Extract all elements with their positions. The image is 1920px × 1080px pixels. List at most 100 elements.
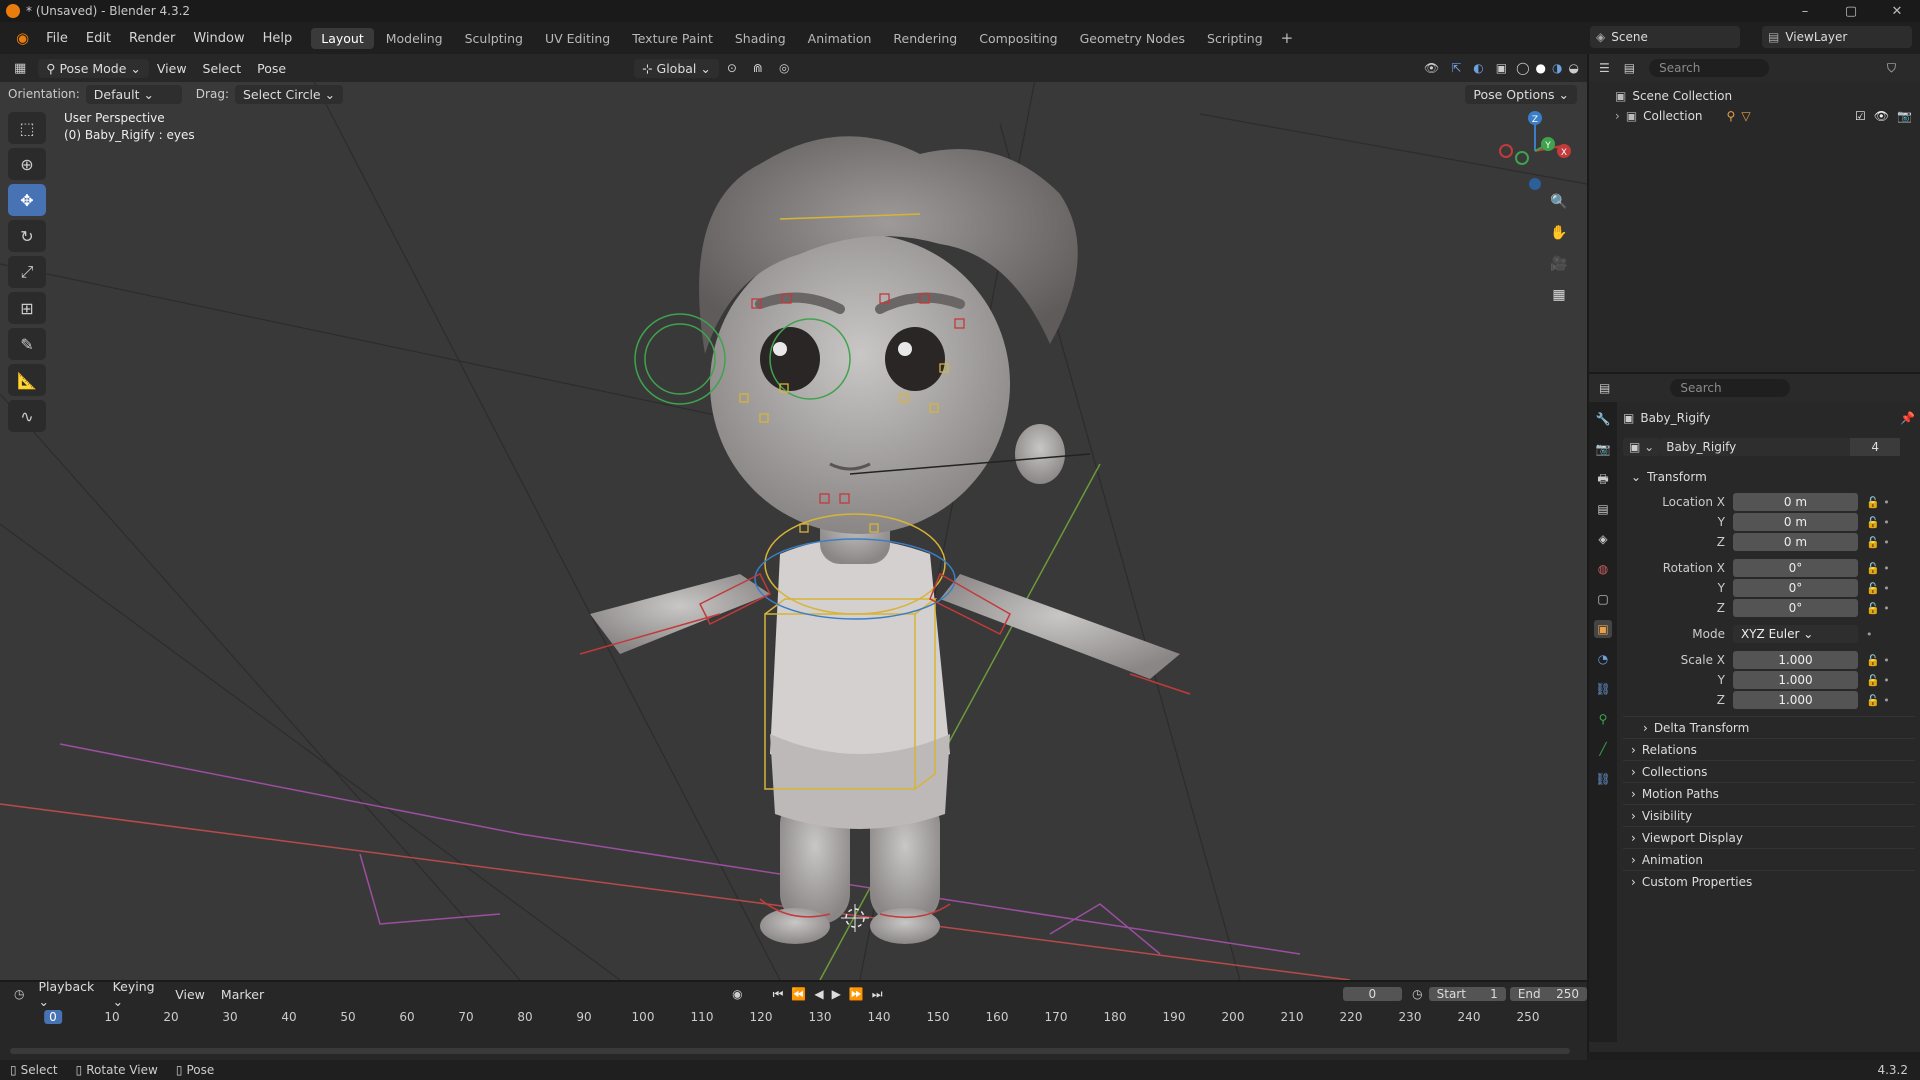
ortho-grid-icon[interactable]: ▦ [1547, 287, 1571, 309]
output-tab-icon[interactable]: 🖶 [1594, 470, 1612, 488]
modifiers-tab-icon[interactable]: ◔ [1594, 650, 1612, 668]
play-icon[interactable]: ▶ [832, 987, 841, 1001]
tool-tab-icon[interactable]: 🔧 [1594, 410, 1612, 428]
keyframe-dot[interactable]: • [1858, 628, 1898, 641]
lock-icon[interactable]: 🔓 • [1858, 694, 1898, 707]
menu-help[interactable]: Help [254, 31, 302, 46]
orientation-dropdown[interactable]: Default ⌄ [85, 84, 182, 104]
end-field[interactable]: End 250 [1509, 987, 1587, 1001]
expand-chevron-icon[interactable]: › [1615, 109, 1620, 123]
viewport-display-panel[interactable]: › Viewport Display [1623, 826, 1915, 848]
rotation-x-field[interactable]: 0° [1733, 559, 1858, 577]
gizmo-toggle-icon[interactable]: ⇱ [1445, 61, 1467, 75]
tab-geometry-nodes[interactable]: Geometry Nodes [1070, 28, 1195, 49]
world-tab-icon[interactable]: ◍ [1594, 560, 1612, 578]
measure-tool-icon[interactable]: 📐 [8, 364, 46, 396]
3d-viewport[interactable] [0, 54, 1587, 980]
object-tab-icon[interactable]: ▣ [1594, 620, 1612, 638]
menu-pose[interactable]: Pose [249, 59, 294, 78]
xray-icon[interactable]: ▣ [1490, 61, 1513, 75]
motion-paths-panel[interactable]: › Motion Paths [1623, 782, 1915, 804]
scale-x-field[interactable]: 1.000 [1733, 651, 1858, 669]
tab-shading[interactable]: Shading [725, 28, 796, 49]
blender-menu-icon[interactable]: ◉ [8, 29, 37, 47]
location-x-field[interactable]: 0 m [1733, 493, 1858, 511]
frame-ruler[interactable]: 0 10 20 30 40 50 60 70 80 90 100 110 120 130 140 150 160… [0, 1008, 1587, 1030]
close-icon[interactable]: ✕ [1874, 4, 1920, 19]
lock-icon[interactable]: 🔓 • [1858, 582, 1898, 595]
select-tool-icon[interactable]: ⬚ [8, 112, 46, 144]
rotation-y-field[interactable]: 0° [1733, 579, 1858, 597]
annotate-tool-icon[interactable]: ✎ [8, 328, 46, 360]
playhead[interactable]: 0 [44, 1010, 62, 1024]
marker-menu[interactable]: Marker [213, 987, 272, 1002]
preview-range-icon[interactable]: ◷ [1412, 987, 1422, 1001]
scale-tool-icon[interactable]: ⤢ [8, 256, 46, 288]
pin-icon[interactable]: 📌 [1900, 411, 1915, 425]
bone-relax-tool-icon[interactable]: ∿ [8, 400, 46, 432]
transform-panel-header[interactable]: ⌄ Transform [1623, 466, 1915, 488]
jump-start-icon[interactable]: ⏮ [773, 987, 784, 1002]
pivot-point-icon[interactable]: ⊙ [719, 61, 745, 75]
rotate-tool-icon[interactable]: ↻ [8, 220, 46, 252]
lock-icon[interactable]: 🔓 • [1858, 654, 1898, 667]
render-tab-icon[interactable]: 📷 [1594, 440, 1612, 458]
lock-icon[interactable]: 🔓 • [1858, 602, 1898, 615]
navigation-gizmo[interactable]: Z X Y [1490, 106, 1580, 196]
render-camera-icon[interactable]: 📷 [1897, 109, 1912, 123]
tab-rendering[interactable]: Rendering [883, 28, 967, 49]
location-z-field[interactable]: 0 m [1733, 533, 1858, 551]
shading-material-icon[interactable]: ◑ [1549, 61, 1565, 75]
transform-tool-icon[interactable]: ⊞ [8, 292, 46, 324]
lock-icon[interactable]: 🔓 • [1858, 516, 1898, 529]
display-mode-icon[interactable]: ▤ [1624, 61, 1635, 75]
lock-icon[interactable]: 🔓 • [1858, 496, 1898, 509]
minimize-icon[interactable]: – [1782, 4, 1828, 19]
proportional-edit-icon[interactable]: ◎ [771, 61, 797, 75]
menu-file[interactable]: File [37, 31, 77, 46]
keying-menu[interactable]: Keying ⌄ [105, 979, 168, 1009]
constraints-tab-icon[interactable]: ⛓ [1594, 680, 1612, 698]
auto-key-icon[interactable]: ◉ [732, 987, 742, 1001]
scene-collection-row[interactable]: ▣ Scene Collection [1589, 86, 1920, 106]
playback-menu[interactable]: Playback ⌄ [30, 979, 104, 1009]
collection-row[interactable]: › ▣ Collection ⚲ ▽ ☑ 👁 📷 [1589, 106, 1920, 126]
view-layer-tab-icon[interactable]: ▤ [1594, 500, 1612, 518]
relations-panel[interactable]: › Relations [1623, 738, 1915, 760]
mode-dropdown[interactable]: ⚲ Pose Mode ⌄ [38, 58, 149, 78]
tab-compositing[interactable]: Compositing [969, 28, 1067, 49]
visibility-eye-icon[interactable]: 👁 [1874, 109, 1889, 123]
bone-tab-icon[interactable]: ╱ [1594, 740, 1612, 758]
filter-icon[interactable]: ⛉ [1887, 61, 1896, 76]
current-frame-field[interactable]: 0 [1342, 987, 1403, 1001]
snap-icon[interactable]: ⋒ [745, 61, 771, 75]
tab-modeling[interactable]: Modeling [376, 28, 453, 49]
zoom-icon[interactable]: 🔍 [1547, 194, 1571, 216]
pan-hand-icon[interactable]: ✋ [1547, 225, 1571, 247]
tab-uv-editing[interactable]: UV Editing [535, 28, 620, 49]
tab-texture-paint[interactable]: Texture Paint [622, 28, 723, 49]
cursor-tool-icon[interactable]: ⊕ [8, 148, 46, 180]
menu-render[interactable]: Render [120, 31, 184, 46]
outliner-search-input[interactable]: Search [1649, 59, 1770, 77]
timeline-editor-icon[interactable]: ◷ [8, 987, 30, 1001]
pose-options-dropdown[interactable]: Pose Options ⌄ [1465, 84, 1577, 104]
overlays-icon[interactable]: ◐ [1467, 61, 1489, 75]
tab-animation[interactable]: Animation [798, 28, 882, 49]
editor-type-icon[interactable]: ▦ [8, 61, 32, 76]
tab-sculpting[interactable]: Sculpting [455, 28, 533, 49]
location-y-field[interactable]: 0 m [1733, 513, 1858, 531]
scene-selector[interactable]: ◈ Scene [1590, 26, 1740, 48]
play-reverse-icon[interactable]: ◀ [814, 987, 823, 1001]
lock-icon[interactable]: 🔓 • [1858, 536, 1898, 549]
add-workspace-button[interactable]: + [1275, 29, 1300, 47]
lock-icon[interactable]: 🔓 • [1858, 674, 1898, 687]
data-tab-icon[interactable]: ⚲ [1594, 710, 1612, 728]
properties-search-input[interactable]: Search [1670, 379, 1791, 397]
view-layer-selector[interactable]: ▤ ViewLayer [1762, 26, 1912, 48]
rotation-mode-dropdown[interactable]: XYZ Euler ⌄ [1733, 625, 1858, 643]
animation-panel[interactable]: › Animation [1623, 848, 1915, 870]
drag-dropdown[interactable]: Select Circle ⌄ [234, 84, 344, 104]
data-block-name[interactable]: Baby_Rigify [1660, 438, 1851, 456]
tab-scripting[interactable]: Scripting [1197, 28, 1273, 49]
